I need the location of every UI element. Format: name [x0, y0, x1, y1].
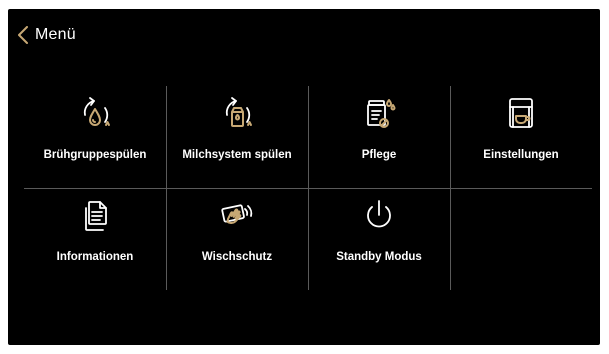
menu-item-label: Pflege: [361, 149, 397, 161]
menu-item-settings[interactable]: Einstellungen: [450, 86, 592, 188]
divider: [450, 188, 451, 290]
menu-item-label: Einstellungen: [483, 149, 559, 161]
menu-item-information[interactable]: Informationen: [24, 188, 166, 290]
menu-item-label: Milchsystem spülen: [182, 149, 292, 161]
menu-item-wipe-protection[interactable]: Wischschutz: [166, 188, 308, 290]
menu-item-label: Informationen: [56, 251, 134, 263]
wipe-protection-icon: [221, 204, 253, 224]
menu-item-care[interactable]: Pflege: [308, 86, 450, 188]
menu-item-label: Wischschutz: [201, 251, 273, 263]
menu-item-standby[interactable]: Standby Modus: [308, 188, 450, 290]
settings-machine-icon: [509, 98, 533, 128]
brew-group-rinse-icon: [83, 97, 110, 126]
milk-system-rinse-icon: [225, 97, 252, 127]
page-title: Menü: [35, 26, 76, 43]
machine-display: Menü Brühgruppespülen Milchsystem spülen…: [8, 9, 600, 345]
menu-item-label: Brühgruppespülen: [43, 149, 147, 161]
menu-item-milk-system-rinse[interactable]: Milchsystem spülen: [166, 86, 308, 188]
chevron-left-icon: [18, 26, 28, 44]
documents-icon: [85, 201, 107, 231]
header: Menü: [8, 9, 600, 69]
care-icon: [367, 99, 396, 128]
menu-item-brew-group-rinse[interactable]: Brühgruppespülen: [24, 86, 166, 188]
power-icon: [367, 200, 391, 228]
menu-item-label: Standby Modus: [336, 251, 422, 263]
back-button[interactable]: Menü: [18, 26, 76, 44]
menu-grid: Brühgruppespülen Milchsystem spülen Pfle…: [24, 86, 592, 290]
